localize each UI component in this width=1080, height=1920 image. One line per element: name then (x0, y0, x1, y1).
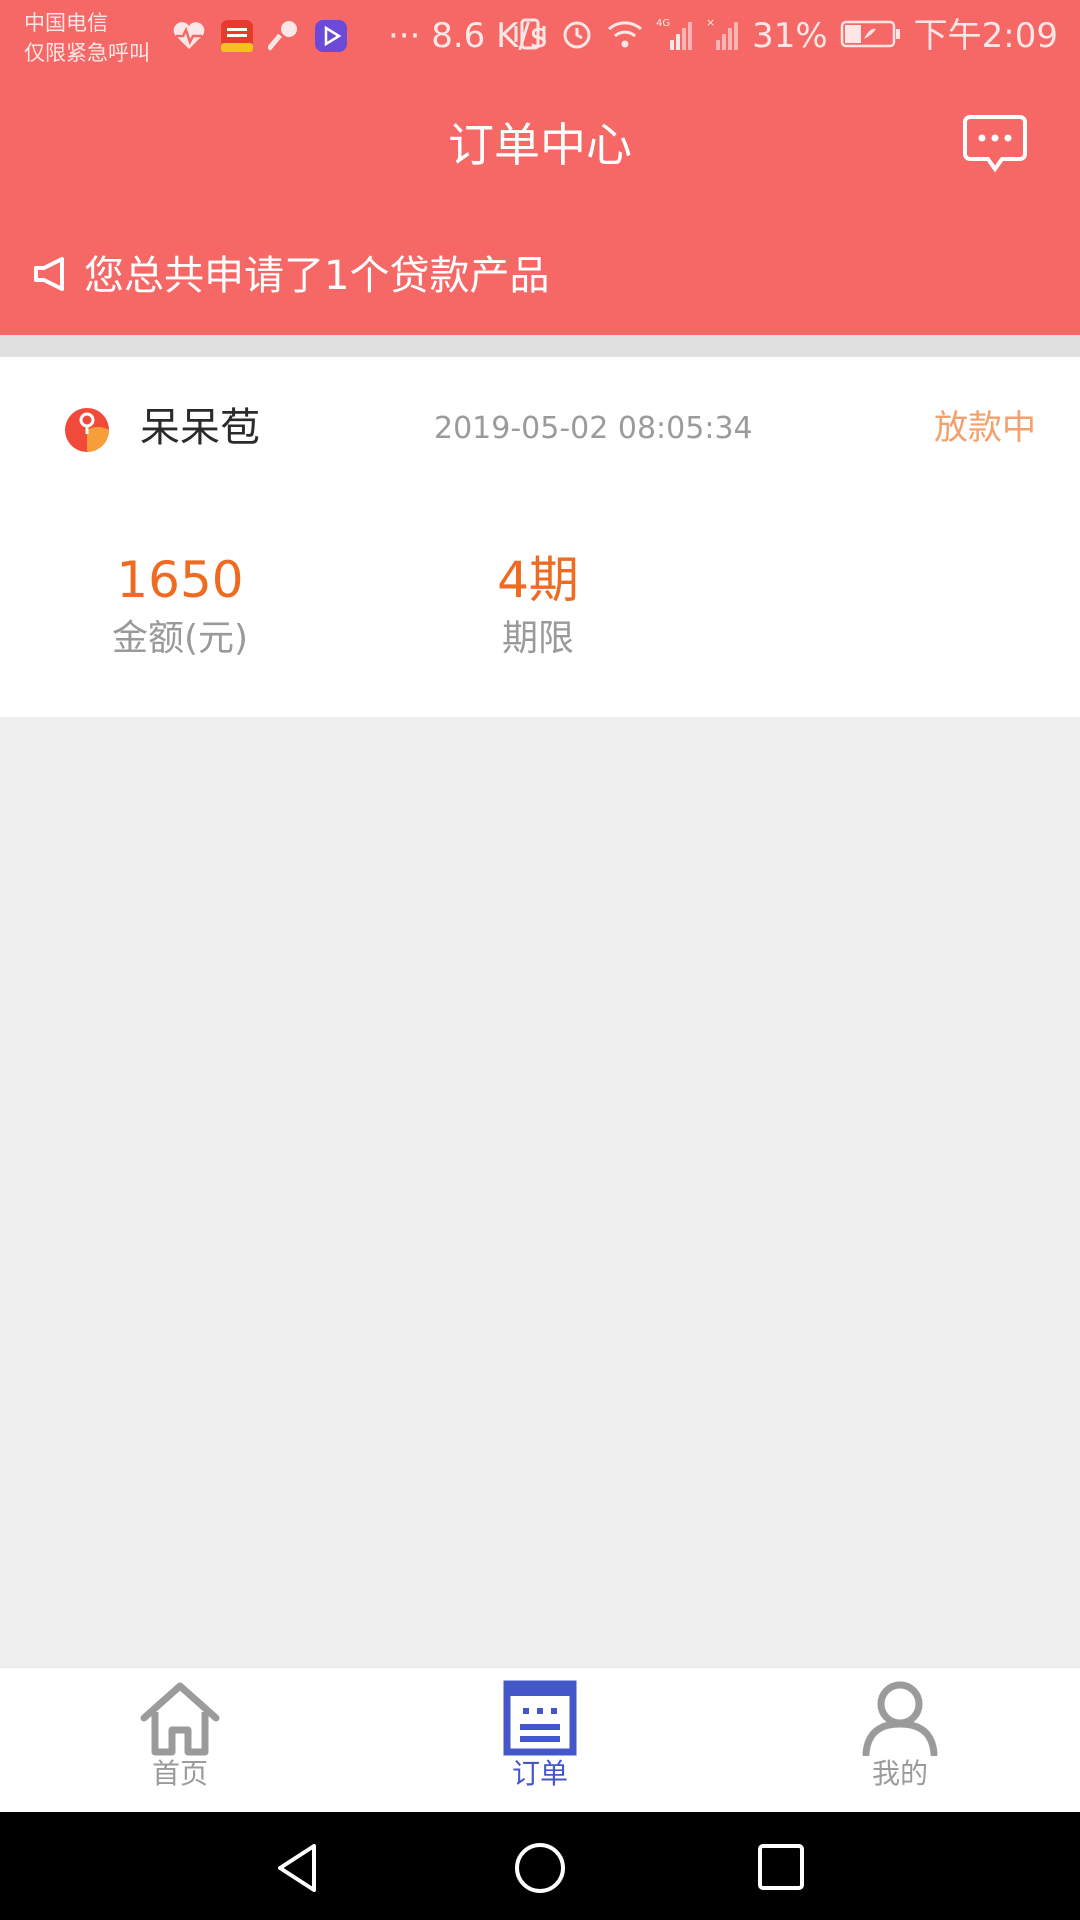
order-status: 放款中 (934, 408, 1036, 448)
news-app-icon (220, 19, 254, 57)
product-name: 呆呆苞 (140, 405, 260, 451)
emergency-only: 仅限紧急呼叫 (24, 41, 150, 65)
term-value: 4期 (497, 551, 579, 609)
notice-bar: 您总共申请了1个贷款产品 (32, 248, 549, 304)
amount-label: 金额(元) (111, 618, 249, 659)
bottom-tab-bar: 首页 订单 我的 (0, 1667, 1080, 1813)
battery-percent: 31% (752, 16, 828, 56)
system-nav-bar (0, 1812, 1080, 1920)
svg-text:×: × (706, 16, 715, 29)
term-label: 期限 (501, 618, 574, 659)
status-bar: 中国电信 仅限紧急呼叫 ··· 8.6 K/s 4G × 31% 下午2:09 (0, 0, 1080, 78)
video-app-icon (314, 19, 348, 57)
profile-icon (800, 1680, 1000, 1756)
battery-icon (840, 19, 902, 53)
term-metric: 4期 期限 (428, 547, 648, 665)
back-button[interactable] (270, 1838, 330, 1898)
alarm-icon (560, 17, 594, 55)
recents-button[interactable] (752, 1838, 812, 1898)
tab-profile-label: 我的 (871, 1757, 928, 1790)
tab-home[interactable]: 首页 (80, 1680, 280, 1810)
amount-value: 1650 (116, 551, 244, 609)
home-icon (80, 1680, 280, 1756)
notification-icons (172, 18, 348, 58)
product-logo-icon (64, 407, 110, 453)
tab-profile[interactable]: 我的 (800, 1680, 1000, 1810)
order-icon (440, 1680, 640, 1756)
clock: 下午2:09 (913, 16, 1058, 56)
divider (0, 335, 1080, 357)
system-status: 4G × 31% 下午2:09 (512, 16, 1058, 56)
page-title: 订单中心 (448, 118, 632, 172)
home-nav-button[interactable] (510, 1838, 570, 1898)
order-time: 2019-05-02 08:05:34 (434, 411, 753, 446)
back-triangle-icon (270, 1844, 330, 1902)
signal-no-sim-icon: × (706, 16, 740, 56)
amount-metric: 1650 金额(元) (70, 547, 290, 665)
key-icon (266, 19, 300, 57)
header-area: 中国电信 仅限紧急呼叫 ··· 8.6 K/s 4G × 31% 下午2:09 … (0, 0, 1080, 335)
wifi-icon (606, 17, 644, 55)
heart-rate-icon (172, 21, 206, 55)
notice-text: 您总共申请了1个贷款产品 (84, 253, 550, 299)
recents-square-icon (752, 1844, 812, 1902)
signal-4g-icon: 4G (656, 16, 694, 56)
carrier-info: 中国电信 仅限紧急呼叫 (24, 8, 150, 68)
chat-bubble-icon (962, 115, 1028, 178)
tab-orders[interactable]: 订单 (440, 1680, 640, 1810)
tab-home-label: 首页 (151, 1757, 208, 1790)
messages-button[interactable] (962, 114, 1028, 174)
order-card[interactable]: 呆呆苞 2019-05-02 08:05:34 放款中 1650 金额(元) 4… (0, 357, 1080, 717)
megaphone-icon (32, 254, 72, 298)
svg-text:4G: 4G (656, 18, 670, 29)
home-circle-icon (510, 1843, 570, 1902)
carrier-name: 中国电信 (24, 11, 108, 35)
tab-orders-label: 订单 (511, 1757, 568, 1790)
vibrate-icon (512, 17, 548, 55)
